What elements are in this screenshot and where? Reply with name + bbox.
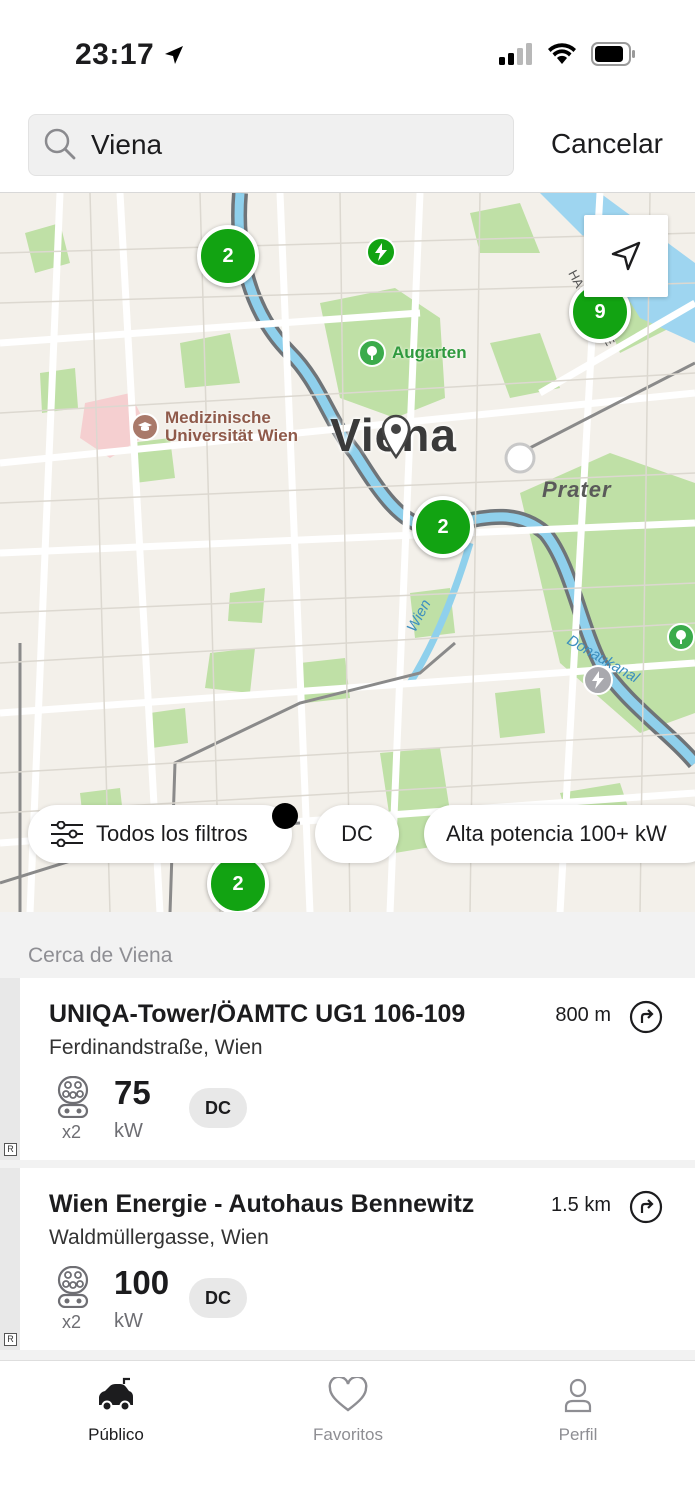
directions-icon[interactable]: [629, 1000, 663, 1034]
directions-icon[interactable]: [629, 1190, 663, 1224]
station-address: Ferdinandstraße, Wien: [49, 1036, 263, 1059]
search-icon: [44, 128, 76, 160]
charger-pin-unavailable[interactable]: [583, 665, 613, 695]
car-charging-icon: [99, 1377, 133, 1412]
location-pin-icon: [381, 414, 411, 459]
registered-mark: R: [4, 1143, 17, 1156]
connector-icon: [57, 1076, 89, 1118]
cancel-button[interactable]: Cancelar: [551, 128, 663, 160]
station-card[interactable]: R UNIQA-Tower/ÖAMTC UG1 106-109 Ferdinan…: [0, 978, 695, 1160]
current-position-dot: [272, 803, 298, 829]
sliders-icon: [51, 821, 83, 847]
battery-icon: [591, 42, 635, 66]
station-address: Waldmüllergasse, Wien: [49, 1226, 269, 1249]
graduation-cap-icon: [131, 413, 159, 441]
station-name: Wien Energie - Autohaus Bennewitz: [49, 1190, 475, 1218]
lightning-icon: [375, 243, 387, 261]
locate-me-button[interactable]: [584, 215, 668, 297]
charger-cluster[interactable]: 2: [412, 496, 474, 558]
list-section-header: Cerca de Viena: [0, 912, 695, 978]
high-power-filter-chip[interactable]: Alta potencia 100+ kW: [424, 805, 695, 863]
power-unit: kW: [114, 1120, 143, 1142]
power-value: 100: [114, 1264, 170, 1301]
station-card[interactable]: R Wien Energie - Autohaus Bennewitz Wald…: [0, 1168, 695, 1350]
poi-medizinische[interactable]: Medizinische Universität Wien: [131, 409, 298, 445]
card-separator: [0, 1350, 695, 1360]
map-view[interactable]: Wien Donaukanal HAUPTALLEE Augarten Medi…: [0, 192, 695, 912]
status-icons: [499, 42, 637, 66]
charger-cluster[interactable]: 2: [197, 225, 259, 287]
power-value: 75: [114, 1074, 151, 1111]
status-bar: 23:17: [0, 0, 695, 100]
tab-bar: Público Favoritos Perfil: [0, 1360, 695, 1504]
section-title: Cerca de Viena: [28, 944, 173, 967]
search-header: Viena Cancelar: [0, 100, 695, 192]
tab-publico-label: Público: [88, 1425, 144, 1444]
tab-favoritos-label: Favoritos: [313, 1425, 383, 1444]
location-arrow-icon: [165, 46, 184, 64]
connector-count: x2: [62, 1312, 82, 1332]
station-distance: 800 m: [555, 1004, 611, 1026]
heart-icon: [328, 1377, 368, 1412]
registered-mark: R: [4, 1333, 17, 1346]
type-badge: DC: [189, 1088, 247, 1128]
status-time: 23:17: [75, 38, 186, 72]
poi-park-right[interactable]: [667, 623, 695, 651]
status-time-text: 23:17: [75, 38, 155, 71]
card-separator: [0, 1160, 695, 1168]
tree-icon: [667, 623, 695, 651]
tab-perfil[interactable]: Perfil: [508, 1373, 648, 1445]
type-badge: DC: [189, 1278, 247, 1318]
card-stripe: [0, 1168, 20, 1350]
all-filters-label: Todos los filtros: [96, 821, 248, 846]
poi-medizinische-line1: Medizinische: [165, 408, 271, 427]
map-label-prater: Prater: [542, 477, 612, 502]
lightning-icon: [592, 671, 604, 689]
station-distance: 1.5 km: [550, 1194, 611, 1216]
power-unit: kW: [114, 1310, 143, 1332]
search-value: Viena: [91, 129, 163, 160]
tab-perfil-label: Perfil: [558, 1425, 598, 1444]
person-icon: [564, 1378, 592, 1413]
search-input[interactable]: Viena: [28, 114, 514, 176]
dc-filter-chip[interactable]: DC: [315, 805, 399, 863]
navigation-arrow-icon: [611, 241, 641, 271]
connector-icon: [57, 1266, 89, 1308]
tab-favoritos[interactable]: Favoritos: [278, 1373, 418, 1445]
station-name: UNIQA-Tower/ÖAMTC UG1 106-109: [49, 1000, 466, 1028]
signal-icon: [499, 43, 532, 65]
card-stripe: [0, 978, 20, 1160]
poi-medizinische-line2: Universität Wien: [165, 426, 299, 445]
poi-augarten-label: Augarten: [392, 343, 467, 362]
poi-augarten[interactable]: Augarten: [358, 339, 467, 367]
charger-pin[interactable]: [366, 237, 396, 267]
high-power-filter-label: Alta potencia 100+ kW: [446, 821, 667, 846]
tab-publico[interactable]: Público: [46, 1373, 186, 1445]
tree-icon: [358, 339, 386, 367]
all-filters-chip[interactable]: Todos los filtros: [28, 805, 292, 863]
wifi-icon: [548, 43, 576, 64]
connector-count: x2: [62, 1122, 82, 1142]
dc-filter-label: DC: [341, 821, 373, 846]
